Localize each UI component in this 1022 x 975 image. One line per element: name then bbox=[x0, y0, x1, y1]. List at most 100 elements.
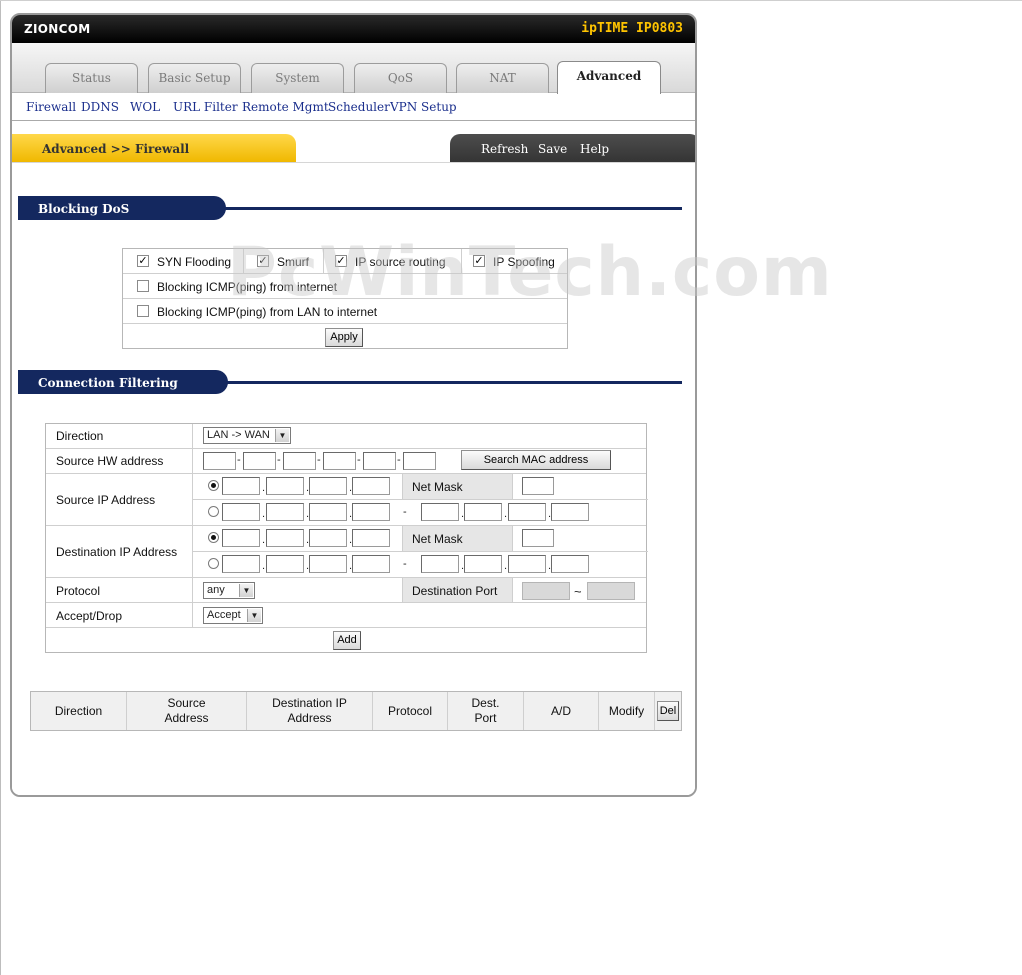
source-ip-range-radio[interactable] bbox=[208, 506, 219, 517]
destination-ip-start-octet-field[interactable] bbox=[352, 555, 390, 573]
delete-button[interactable]: Del bbox=[657, 701, 679, 721]
smurf-label: Smurf bbox=[277, 255, 310, 269]
destination-ip-octet-field[interactable] bbox=[352, 529, 390, 547]
destination-ip-start-octet-field[interactable] bbox=[309, 555, 347, 573]
mac-octet-4-field[interactable] bbox=[323, 452, 356, 470]
column-header-dest-port: Dest. Port bbox=[448, 692, 524, 730]
tab-basic-setup[interactable]: Basic Setup bbox=[148, 63, 241, 93]
source-ip-octet-field[interactable] bbox=[222, 477, 260, 495]
destination-port-end-field[interactable] bbox=[587, 582, 635, 600]
column-divider bbox=[402, 474, 403, 499]
mac-octet-3-field[interactable] bbox=[283, 452, 316, 470]
source-ip-start-octet-field[interactable] bbox=[222, 503, 260, 521]
chevron-down-icon: ▼ bbox=[239, 584, 253, 597]
source-ip-label: Source IP Address bbox=[56, 493, 156, 507]
destination-ip-netmask-radio[interactable] bbox=[208, 532, 219, 543]
port-range-tilde: ~ bbox=[574, 584, 582, 599]
source-ip-start-octet-field[interactable] bbox=[266, 503, 304, 521]
help-link[interactable]: Help bbox=[580, 142, 609, 156]
direction-select[interactable]: LAN -> WAN ▼ bbox=[203, 427, 291, 444]
apply-button[interactable]: Apply bbox=[325, 328, 363, 347]
destination-ip-end-octet-field[interactable] bbox=[508, 555, 546, 573]
sub-navigation: Firewall DDNS WOL URL Filter Remote Mgmt… bbox=[12, 94, 695, 121]
destination-ip-start-octet-field[interactable] bbox=[222, 555, 260, 573]
tab-advanced[interactable]: Advanced bbox=[557, 61, 661, 94]
ip-separator: . bbox=[262, 482, 266, 494]
mac-octet-2-field[interactable] bbox=[243, 452, 276, 470]
row-divider bbox=[46, 448, 646, 449]
save-link[interactable]: Save bbox=[538, 142, 567, 156]
add-button[interactable]: Add bbox=[333, 631, 361, 650]
row-divider bbox=[46, 602, 646, 603]
brand-logo-text: ZIONCOM bbox=[24, 22, 91, 36]
net-mask-label: Net Mask bbox=[412, 480, 463, 494]
destination-ip-octet-field[interactable] bbox=[309, 529, 347, 547]
column-divider bbox=[243, 249, 244, 274]
destination-net-mask-field[interactable] bbox=[522, 529, 554, 547]
destination-ip-start-octet-field[interactable] bbox=[266, 555, 304, 573]
source-ip-start-octet-field[interactable] bbox=[352, 503, 390, 521]
source-ip-end-octet-field[interactable] bbox=[421, 503, 459, 521]
source-ip-octet-field[interactable] bbox=[266, 477, 304, 495]
search-mac-button[interactable]: Search MAC address bbox=[461, 450, 611, 470]
subnav-vpn-setup[interactable]: VPN Setup bbox=[390, 100, 457, 114]
ip-source-routing-label: IP source routing bbox=[355, 255, 446, 269]
column-divider bbox=[512, 577, 513, 602]
tab-status[interactable]: Status bbox=[45, 63, 138, 93]
mac-octet-6-field[interactable] bbox=[403, 452, 436, 470]
range-dash: - bbox=[403, 558, 407, 570]
mac-octet-5-field[interactable] bbox=[363, 452, 396, 470]
destination-ip-end-octet-field[interactable] bbox=[551, 555, 589, 573]
icmp-internet-checkbox[interactable] bbox=[137, 280, 149, 292]
syn-flooding-label: SYN Flooding bbox=[157, 255, 232, 269]
column-divider bbox=[512, 526, 513, 551]
tab-qos[interactable]: QoS bbox=[354, 63, 447, 93]
row-divider bbox=[46, 577, 646, 578]
refresh-link[interactable]: Refresh bbox=[481, 142, 528, 156]
window-left-edge bbox=[0, 1, 1, 975]
subnav-url-filter[interactable]: URL Filter bbox=[173, 100, 238, 114]
subnav-ddns[interactable]: DDNS bbox=[81, 100, 119, 114]
source-ip-start-octet-field[interactable] bbox=[309, 503, 347, 521]
column-divider bbox=[402, 526, 403, 551]
icmp-lan-checkbox[interactable] bbox=[137, 305, 149, 317]
subnav-remote-mgmt[interactable]: Remote Mgmt bbox=[242, 100, 329, 114]
smurf-checkbox[interactable]: ✓ bbox=[257, 255, 269, 267]
source-ip-octet-field[interactable] bbox=[309, 477, 347, 495]
destination-ip-octet-field[interactable] bbox=[222, 529, 260, 547]
column-divider bbox=[323, 249, 324, 274]
blocking-dos-box: ✓ SYN Flooding ✓ Smurf ✓ IP source routi… bbox=[122, 248, 568, 349]
source-ip-end-octet-field[interactable] bbox=[508, 503, 546, 521]
column-divider bbox=[192, 424, 193, 627]
protocol-label: Protocol bbox=[56, 584, 101, 598]
column-header-destination-ip-address: Destination IP Address bbox=[247, 692, 373, 730]
destination-ip-label: Destination IP Address bbox=[56, 545, 178, 559]
ip-spoofing-checkbox[interactable]: ✓ bbox=[473, 255, 485, 267]
subnav-firewall[interactable]: Firewall bbox=[26, 100, 76, 114]
protocol-select[interactable]: any ▼ bbox=[203, 582, 255, 599]
source-ip-octet-field[interactable] bbox=[352, 477, 390, 495]
source-ip-end-octet-field[interactable] bbox=[464, 503, 502, 521]
destination-ip-octet-field[interactable] bbox=[266, 529, 304, 547]
mac-separator: - bbox=[277, 454, 281, 466]
destination-ip-end-octet-field[interactable] bbox=[464, 555, 502, 573]
destination-port-start-field[interactable] bbox=[522, 582, 570, 600]
main-tab-bar: Status Basic Setup System QoS NAT Advanc… bbox=[12, 43, 695, 94]
direction-value: LAN -> WAN bbox=[207, 429, 270, 441]
ip-source-routing-checkbox[interactable]: ✓ bbox=[335, 255, 347, 267]
subnav-scheduler[interactable]: Scheduler bbox=[328, 100, 390, 114]
tab-nat[interactable]: NAT bbox=[456, 63, 549, 93]
source-ip-netmask-radio[interactable] bbox=[208, 480, 219, 491]
destination-ip-end-octet-field[interactable] bbox=[421, 555, 459, 573]
source-net-mask-field[interactable] bbox=[522, 477, 554, 495]
mac-octet-1-field[interactable] bbox=[203, 452, 236, 470]
source-ip-end-octet-field[interactable] bbox=[551, 503, 589, 521]
accept-drop-select[interactable]: Accept ▼ bbox=[203, 607, 263, 624]
syn-flooding-checkbox[interactable]: ✓ bbox=[137, 255, 149, 267]
destination-ip-range-radio[interactable] bbox=[208, 558, 219, 569]
section-divider bbox=[212, 207, 682, 210]
router-admin-frame: ZIONCOM ipTIME IP0803 Status Basic Setup… bbox=[10, 13, 697, 797]
subnav-wol[interactable]: WOL bbox=[130, 100, 160, 114]
rule-list-table-header: Direction Source Address Destination IP … bbox=[30, 691, 682, 731]
tab-system[interactable]: System bbox=[251, 63, 344, 93]
